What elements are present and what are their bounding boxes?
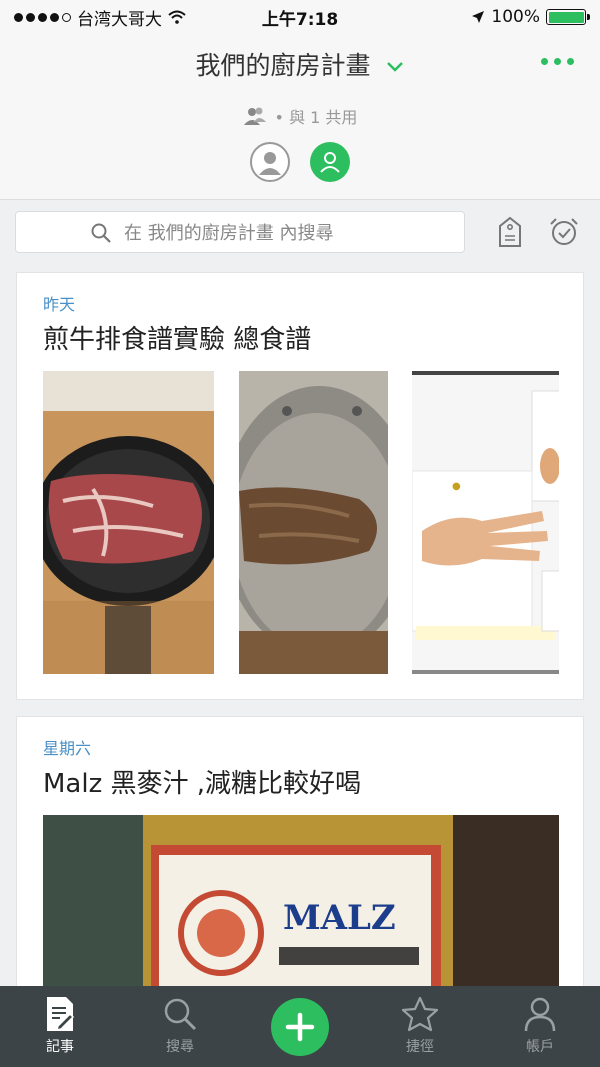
tag-button[interactable] — [493, 215, 527, 249]
more-options-button[interactable] — [541, 58, 574, 65]
status-bar: 台湾大哥大 上午7:18 100% — [0, 0, 600, 34]
note-date: 昨天 — [43, 295, 76, 314]
search-icon — [91, 223, 111, 243]
tab-label: 捷徑 — [406, 1039, 434, 1055]
clock: 上午7:18 — [261, 9, 339, 30]
search-input[interactable]: 在 我們的廚房計畫 內搜尋 — [15, 211, 465, 253]
note-date: 星期六 — [43, 739, 92, 758]
notebook-title: 我們的廚房計畫 — [195, 51, 371, 80]
member-avatar[interactable] — [250, 142, 290, 182]
tab-label: 帳戶 — [526, 1039, 554, 1055]
tab-notes[interactable]: 記事 — [0, 986, 120, 1067]
more-dot-icon — [541, 58, 548, 65]
note-card[interactable]: 星期六 Malz 黑麥汁 ,減糖比較好喝 MALZ — [16, 716, 584, 1016]
tab-label: 搜尋 — [166, 1039, 194, 1055]
carrier-name: 台湾大哥大 — [77, 9, 162, 30]
search-row: 在 我們的廚房計畫 內搜尋 — [0, 201, 600, 263]
note-title: Malz 黑麥汁 ,減糖比較好喝 — [43, 769, 362, 799]
steak-raw-photo — [43, 371, 214, 674]
note-title: 煎牛排食譜實驗 總食譜 — [43, 325, 312, 355]
person-outline-icon — [320, 152, 340, 173]
star-icon — [401, 996, 439, 1032]
search-placeholder: 在 我們的廚房計畫 內搜尋 — [124, 223, 334, 244]
more-dot-icon — [567, 58, 574, 65]
note-card[interactable]: 昨天 煎牛排食譜實驗 總食譜 ● — [16, 272, 584, 700]
steak-cooked-photo — [239, 371, 388, 674]
svg-text:●: ● — [452, 481, 461, 492]
svg-text:MALZ: MALZ — [283, 898, 396, 938]
tab-label: 記事 — [46, 1039, 74, 1055]
reminder-button[interactable] — [547, 215, 581, 249]
tab-search[interactable]: 搜尋 — [120, 986, 240, 1067]
more-dot-icon — [554, 58, 561, 65]
note-icon — [47, 997, 75, 1032]
wifi-icon — [168, 10, 186, 24]
signal-strength-icon — [14, 12, 71, 22]
location-arrow-icon — [472, 11, 485, 23]
hand-diagram-photo: ● — [412, 371, 559, 674]
alarm-clock-icon — [550, 218, 578, 245]
add-note-button[interactable] — [271, 998, 329, 1056]
notebook-title-button[interactable]: 我們的廚房計畫 — [0, 46, 600, 82]
search-icon — [164, 998, 197, 1031]
share-count-text: • 與 1 共用 — [274, 108, 358, 127]
bottom-tab-bar: 記事 搜尋 捷徑 帳戶 — [0, 986, 600, 1067]
tab-shortcuts[interactable]: 捷徑 — [360, 986, 480, 1067]
chevron-down-icon — [387, 62, 404, 72]
shared-users-icon — [243, 107, 266, 125]
battery-percent: 100% — [491, 7, 541, 27]
tag-icon — [499, 216, 521, 247]
battery-icon — [546, 9, 591, 25]
tab-account[interactable]: 帳戶 — [480, 986, 600, 1067]
note-thumbnails: ● — [43, 371, 559, 674]
account-icon — [524, 997, 556, 1032]
plus-icon — [285, 1012, 315, 1042]
add-member-avatar[interactable] — [310, 142, 350, 182]
person-icon — [259, 152, 281, 175]
share-info[interactable]: • 與 1 共用 — [0, 104, 600, 128]
notebook-header: 我們的廚房計畫 • 與 1 共用 — [0, 34, 600, 200]
